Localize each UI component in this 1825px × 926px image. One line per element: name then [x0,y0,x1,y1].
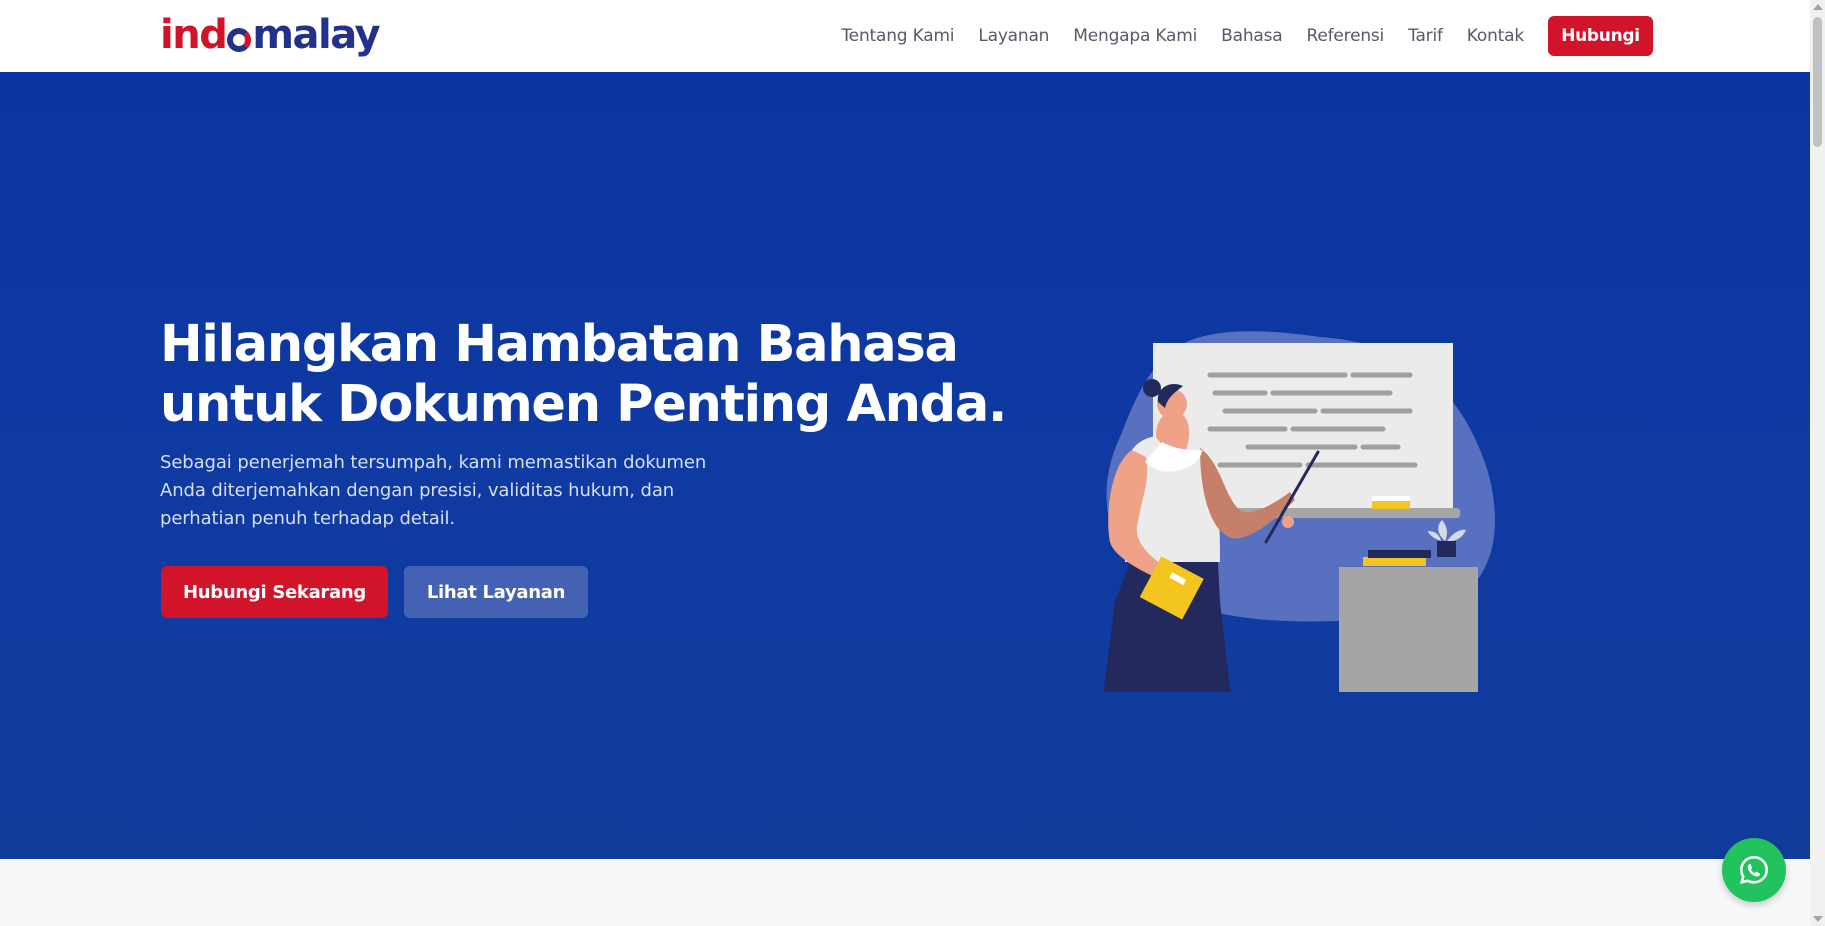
logo-text-part-1: ind [160,12,228,58]
logo[interactable]: ind malay [160,10,381,60]
hero-title: Hilangkan Hambatan Bahasa untuk Dokumen … [160,315,1007,435]
nav-link-tentang-kami[interactable]: Tentang Kami [841,26,954,46]
nav-link-bahasa[interactable]: Bahasa [1221,26,1283,46]
nav-link-mengapa-kami[interactable]: Mengapa Kami [1073,26,1197,46]
hero-title-line-1: Hilangkan Hambatan Bahasa [160,315,959,374]
nav-link-referensi[interactable]: Referensi [1307,26,1385,46]
hero-section: Hilangkan Hambatan Bahasa untuk Dokumen … [0,72,1810,859]
header-contact-button[interactable]: Hubungi [1548,16,1653,56]
main-nav: Tentang Kami Layanan Mengapa Kami Bahasa… [841,16,1653,56]
logo-o-mark-icon [227,28,252,52]
contact-now-button[interactable]: Hubungi Sekarang [161,566,388,618]
hero-title-line-2: untuk Dokumen Penting Anda. [160,375,1007,434]
hero-subtitle-line-3: perhatian penuh terhadap detail. [160,508,456,529]
whatsapp-button[interactable] [1722,838,1786,902]
hero-subtitle: Sebagai penerjemah tersumpah, kami memas… [160,449,707,533]
nav-link-kontak[interactable]: Kontak [1467,26,1524,46]
nav-link-tarif[interactable]: Tarif [1408,26,1443,46]
next-section [0,859,1810,926]
page: ind malay Tentang Kami Layanan Mengapa Ka… [0,0,1825,926]
logo-text-part-2: malay [252,12,380,58]
scroll-down-arrow-icon[interactable] [1813,916,1823,922]
teacher-whiteboard-illustration [1103,331,1495,692]
scrollbar-thumb[interactable] [1813,17,1822,147]
hero-subtitle-line-2: Anda diterjemahkan dengan presisi, valid… [160,480,675,501]
scroll-up-arrow-icon[interactable] [1813,4,1823,10]
view-services-button[interactable]: Lihat Layanan [404,566,588,618]
whatsapp-icon [1739,855,1769,884]
desk [1339,567,1478,692]
vertical-scrollbar[interactable] [1810,0,1825,926]
site-header: ind malay Tentang Kami Layanan Mengapa Ka… [0,0,1810,72]
nav-link-layanan[interactable]: Layanan [978,26,1049,46]
hero-subtitle-line-1: Sebagai penerjemah tersumpah, kami memas… [160,452,707,473]
